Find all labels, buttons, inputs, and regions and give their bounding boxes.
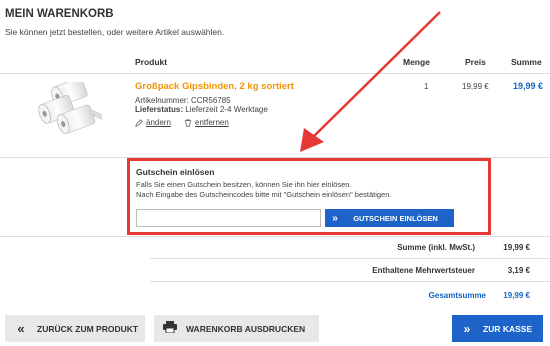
- divider: [150, 281, 550, 282]
- column-header-price: Preis: [465, 57, 486, 67]
- double-chevron-right-icon: »: [463, 321, 471, 336]
- redeem-coupon-label: GUTSCHEIN EINLÖSEN: [353, 213, 438, 223]
- product-image: [38, 82, 102, 134]
- double-chevron-right-icon: »: [332, 212, 338, 224]
- delivery-status-value: Lieferzeit 2-4 Werktage: [185, 105, 268, 114]
- grand-total-value: 19,99 €: [503, 291, 530, 300]
- remove-item-link[interactable]: entfernen: [184, 118, 229, 127]
- print-cart-button[interactable]: WARENKORB AUSDRUCKEN: [154, 315, 319, 342]
- grand-total-label: Gesamtsumme: [428, 291, 486, 300]
- item-price: 19,99 €: [462, 82, 489, 91]
- coupon-hint-2: Nach Eingabe des Gutscheincodes bitte mi…: [136, 190, 392, 199]
- column-header-sum: Summe: [511, 57, 542, 67]
- back-to-product-button[interactable]: « ZURÜCK ZUM PRODUKT: [5, 315, 145, 342]
- delivery-status-label: Lieferstatus:: [135, 105, 184, 114]
- divider: [150, 258, 550, 259]
- column-header-product: Produkt: [135, 57, 168, 67]
- article-number-value: CCR56785: [191, 96, 231, 105]
- print-cart-label: WARENKORB AUSDRUCKEN: [186, 323, 306, 334]
- article-number: Artikelnummer: CCR56785: [135, 96, 231, 105]
- vat-value: 3,19 €: [507, 266, 530, 275]
- page-subtitle: Sie können jetzt bestellen, oder weitere…: [5, 27, 225, 37]
- vat-label: Enthaltene Mehrwertsteuer: [372, 266, 475, 275]
- edit-item-link[interactable]: ändern: [135, 118, 171, 127]
- coupon-hint-1: Falls Sie einen Gutschein besitzen, könn…: [136, 180, 352, 189]
- checkout-label: ZUR KASSE: [483, 323, 533, 334]
- page-title: MEIN WARENKORB: [5, 8, 114, 20]
- delivery-status: Lieferstatus: Lieferzeit 2-4 Werktage: [135, 105, 268, 114]
- subtotal-value: 19,99 €: [503, 243, 530, 252]
- edit-item-label: ändern: [146, 118, 171, 127]
- double-chevron-left-icon: «: [17, 321, 25, 336]
- pencil-icon: [135, 118, 143, 127]
- article-number-label: Artikelnummer:: [135, 96, 189, 105]
- remove-item-label: entfernen: [195, 118, 229, 127]
- subtotal-label: Summe (inkl. MwSt.): [397, 243, 475, 252]
- divider: [0, 73, 550, 74]
- coupon-box: Gutschein einlösen Falls Sie einen Gutsc…: [127, 158, 491, 235]
- item-sum: 19,99 €: [513, 81, 544, 91]
- trash-icon: [184, 118, 192, 127]
- coupon-heading: Gutschein einlösen: [136, 167, 215, 177]
- back-to-product-label: ZURÜCK ZUM PRODUKT: [37, 323, 139, 334]
- redeem-coupon-button[interactable]: » GUTSCHEIN EINLÖSEN: [325, 209, 454, 227]
- annotation-arrow: [300, 11, 441, 152]
- product-name-link[interactable]: Großpack Gipsbinden, 2 kg sortiert: [135, 81, 294, 92]
- printer-icon: [159, 321, 181, 336]
- checkout-button[interactable]: » ZUR KASSE: [452, 315, 543, 342]
- divider: [0, 236, 550, 237]
- coupon-code-input[interactable]: [136, 209, 321, 227]
